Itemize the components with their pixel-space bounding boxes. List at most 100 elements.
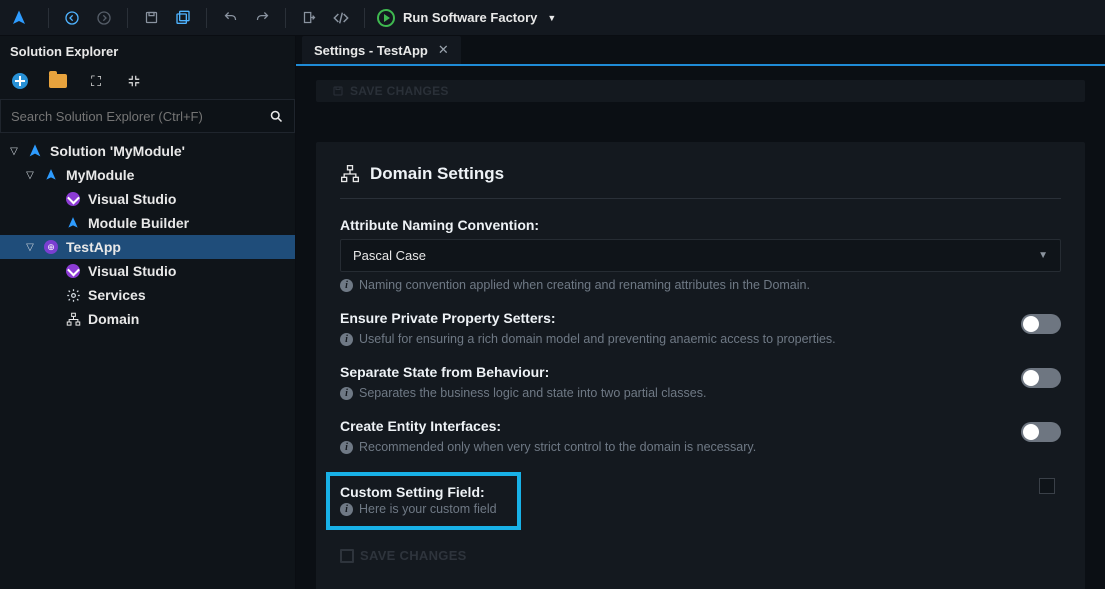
tree-services-node[interactable]: Services bbox=[0, 283, 295, 307]
custom-setting-checkbox[interactable] bbox=[1039, 478, 1055, 494]
save-icon[interactable] bbox=[136, 4, 166, 32]
info-icon: i bbox=[340, 441, 353, 454]
separate-state-toggle[interactable] bbox=[1021, 368, 1061, 388]
info-icon: i bbox=[340, 279, 353, 292]
toolbar-separator bbox=[285, 8, 286, 28]
tree-label: Services bbox=[88, 287, 146, 303]
field-label: Create Entity Interfaces: bbox=[340, 418, 1061, 434]
search-input[interactable] bbox=[1, 101, 258, 132]
hint-text: Recommended only when very strict contro… bbox=[359, 440, 756, 454]
field-hint: i Useful for ensuring a rich domain mode… bbox=[340, 332, 1061, 346]
separate-state-field: Separate State from Behaviour: i Separat… bbox=[340, 364, 1061, 400]
gear-icon bbox=[64, 286, 82, 304]
collapse-all-button[interactable] bbox=[124, 71, 144, 91]
tree-visual-studio-node[interactable]: Visual Studio bbox=[0, 259, 295, 283]
attribute-naming-field: Attribute Naming Convention: Pascal Case… bbox=[340, 217, 1061, 292]
section-title: Domain Settings bbox=[340, 164, 1061, 199]
entity-interfaces-toggle[interactable] bbox=[1021, 422, 1061, 442]
redo-icon[interactable] bbox=[247, 4, 277, 32]
tree-label: Module Builder bbox=[88, 215, 189, 231]
tree-visual-studio-node[interactable]: Visual Studio bbox=[0, 187, 295, 211]
top-toolbar: Run Software Factory ▼ bbox=[0, 0, 1105, 36]
tree-label: TestApp bbox=[66, 239, 121, 255]
private-setters-toggle[interactable] bbox=[1021, 314, 1061, 334]
tree-module-builder-node[interactable]: Module Builder bbox=[0, 211, 295, 235]
tree-label: Solution 'MyModule' bbox=[50, 143, 185, 159]
field-label: Attribute Naming Convention: bbox=[340, 217, 1061, 233]
nav-forward-button[interactable] bbox=[89, 4, 119, 32]
nav-back-button[interactable] bbox=[57, 4, 87, 32]
domain-settings-card: Domain Settings Attribute Naming Convent… bbox=[316, 142, 1085, 589]
field-hint: i Here is your custom field bbox=[340, 502, 507, 516]
save-changes-button[interactable]: SAVE CHANGES bbox=[340, 548, 1061, 563]
panel-title: Solution Explorer bbox=[0, 36, 295, 65]
highlight-box: Custom Setting Field: i Here is your cus… bbox=[326, 472, 521, 530]
expand-all-button[interactable]: ⛶ bbox=[86, 71, 106, 91]
code-icon[interactable] bbox=[326, 4, 356, 32]
select-value: Pascal Case bbox=[353, 248, 426, 263]
private-setters-field: Ensure Private Property Setters: i Usefu… bbox=[340, 310, 1061, 346]
tree-domain-node[interactable]: Domain bbox=[0, 307, 295, 331]
info-icon: i bbox=[340, 333, 353, 346]
visual-studio-icon bbox=[64, 190, 82, 208]
info-icon: i bbox=[340, 387, 353, 400]
tree-label: MyModule bbox=[66, 167, 134, 183]
app-icon: ⊕ bbox=[42, 238, 60, 256]
save-all-icon[interactable] bbox=[168, 4, 198, 32]
field-hint: i Naming convention applied when creatin… bbox=[340, 278, 1061, 292]
sitemap-icon bbox=[64, 310, 82, 328]
tree-module-node[interactable]: ▽ MyModule bbox=[0, 163, 295, 187]
field-hint: i Separates the business logic and state… bbox=[340, 386, 1061, 400]
save-icon bbox=[340, 549, 354, 563]
tab-bar: Settings - TestApp ✕ bbox=[296, 36, 1105, 66]
save-label: SAVE CHANGES bbox=[360, 548, 467, 563]
run-software-factory-button[interactable]: Run Software Factory ▼ bbox=[377, 9, 556, 27]
content-area: Settings - TestApp ✕ SAVE CHANGES Domain… bbox=[296, 36, 1105, 589]
tab-settings[interactable]: Settings - TestApp ✕ bbox=[302, 36, 461, 64]
search-bar bbox=[0, 99, 295, 133]
app-logo bbox=[8, 7, 30, 29]
toolbar-separator bbox=[364, 8, 365, 28]
caret-icon: ▽ bbox=[24, 170, 36, 181]
export-icon[interactable] bbox=[294, 4, 324, 32]
ghost-save-banner: SAVE CHANGES bbox=[316, 80, 1085, 102]
add-button[interactable] bbox=[10, 71, 30, 91]
chevron-down-icon: ▼ bbox=[1038, 250, 1048, 261]
close-icon[interactable]: ✕ bbox=[438, 42, 449, 58]
hint-text: Useful for ensuring a rich domain model … bbox=[359, 332, 836, 346]
toolbar-separator bbox=[127, 8, 128, 28]
toolbar-separator bbox=[206, 8, 207, 28]
tree-label: Domain bbox=[88, 311, 139, 327]
field-label: Ensure Private Property Setters: bbox=[340, 310, 1061, 326]
search-button[interactable] bbox=[258, 100, 294, 132]
entity-interfaces-field: Create Entity Interfaces: i Recommended … bbox=[340, 418, 1061, 454]
info-icon: i bbox=[340, 503, 353, 516]
section-title-text: Domain Settings bbox=[370, 164, 504, 184]
caret-icon: ▽ bbox=[24, 242, 36, 253]
play-icon bbox=[377, 9, 395, 27]
hint-text: Here is your custom field bbox=[359, 502, 497, 516]
tree-label: Visual Studio bbox=[88, 191, 176, 207]
open-folder-button[interactable] bbox=[48, 71, 68, 91]
attribute-naming-select[interactable]: Pascal Case ▼ bbox=[340, 239, 1061, 272]
field-label: Separate State from Behaviour: bbox=[340, 364, 1061, 380]
field-hint: i Recommended only when very strict cont… bbox=[340, 440, 1061, 454]
module-builder-icon bbox=[64, 214, 82, 232]
undo-icon[interactable] bbox=[215, 4, 245, 32]
tree-testapp-node[interactable]: ▽ ⊕ TestApp bbox=[0, 235, 295, 259]
tree-solution-node[interactable]: ▽ Solution 'MyModule' bbox=[0, 139, 295, 163]
hint-text: Naming convention applied when creating … bbox=[359, 278, 810, 292]
tree-label: Visual Studio bbox=[88, 263, 176, 279]
sitemap-icon bbox=[340, 164, 360, 184]
field-label: Custom Setting Field: bbox=[340, 484, 507, 500]
settings-page: SAVE CHANGES Domain Settings Attribute N… bbox=[296, 66, 1105, 589]
visual-studio-icon bbox=[64, 262, 82, 280]
sidebar-toolbar: ⛶ bbox=[0, 65, 295, 99]
module-icon bbox=[42, 166, 60, 184]
toolbar-separator bbox=[48, 8, 49, 28]
run-label: Run Software Factory bbox=[403, 10, 537, 25]
solution-explorer-panel: Solution Explorer ⛶ ▽ Solution 'MyModule… bbox=[0, 36, 296, 589]
solution-icon bbox=[26, 142, 44, 160]
solution-tree: ▽ Solution 'MyModule' ▽ MyModule Visual … bbox=[0, 133, 295, 337]
custom-setting-field: Custom Setting Field: i Here is your cus… bbox=[340, 472, 1061, 530]
